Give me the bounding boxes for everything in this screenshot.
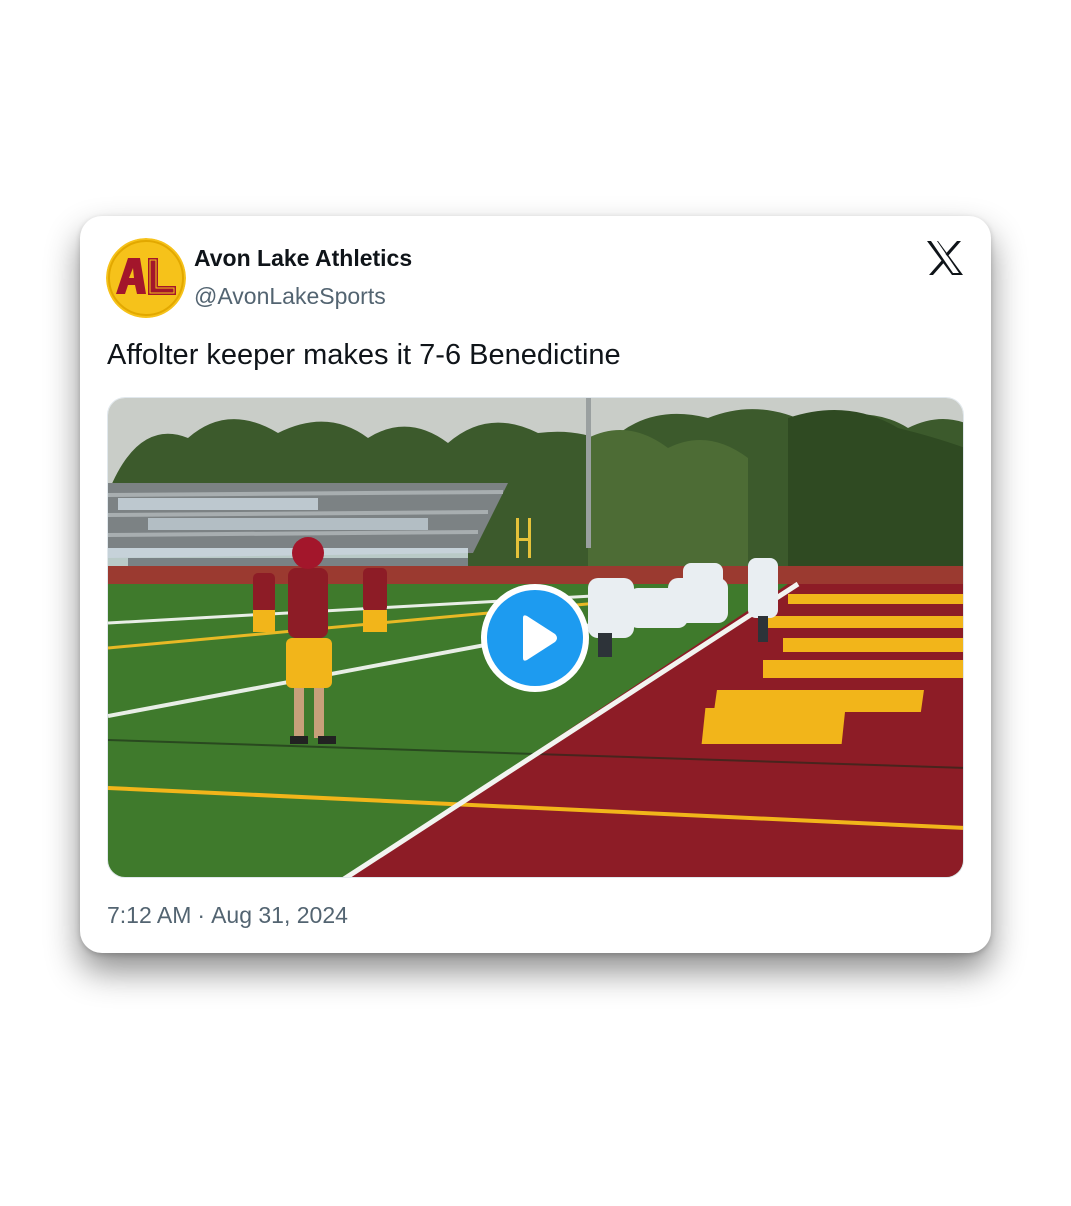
video-player[interactable] <box>107 397 964 878</box>
tweet-text: Affolter keeper makes it 7-6 Benedictine <box>107 339 621 371</box>
display-name[interactable]: Avon Lake Athletics <box>194 245 412 272</box>
timestamp-date: Aug 31, 2024 <box>211 902 348 928</box>
x-logo-icon[interactable] <box>926 240 964 276</box>
play-button[interactable] <box>481 584 589 692</box>
timestamp-time: 7:12 AM <box>107 902 192 928</box>
play-icon <box>523 615 557 661</box>
handle[interactable]: @AvonLakeSports <box>194 283 386 310</box>
timestamp[interactable]: 7:12 AM · Aug 31, 2024 <box>107 902 348 929</box>
tweet-card[interactable]: Avon Lake Athletics @AvonLakeSports Affo… <box>80 216 991 953</box>
timestamp-separator: · <box>197 902 206 928</box>
avon-lake-logo <box>106 238 186 318</box>
avatar[interactable] <box>106 238 186 318</box>
